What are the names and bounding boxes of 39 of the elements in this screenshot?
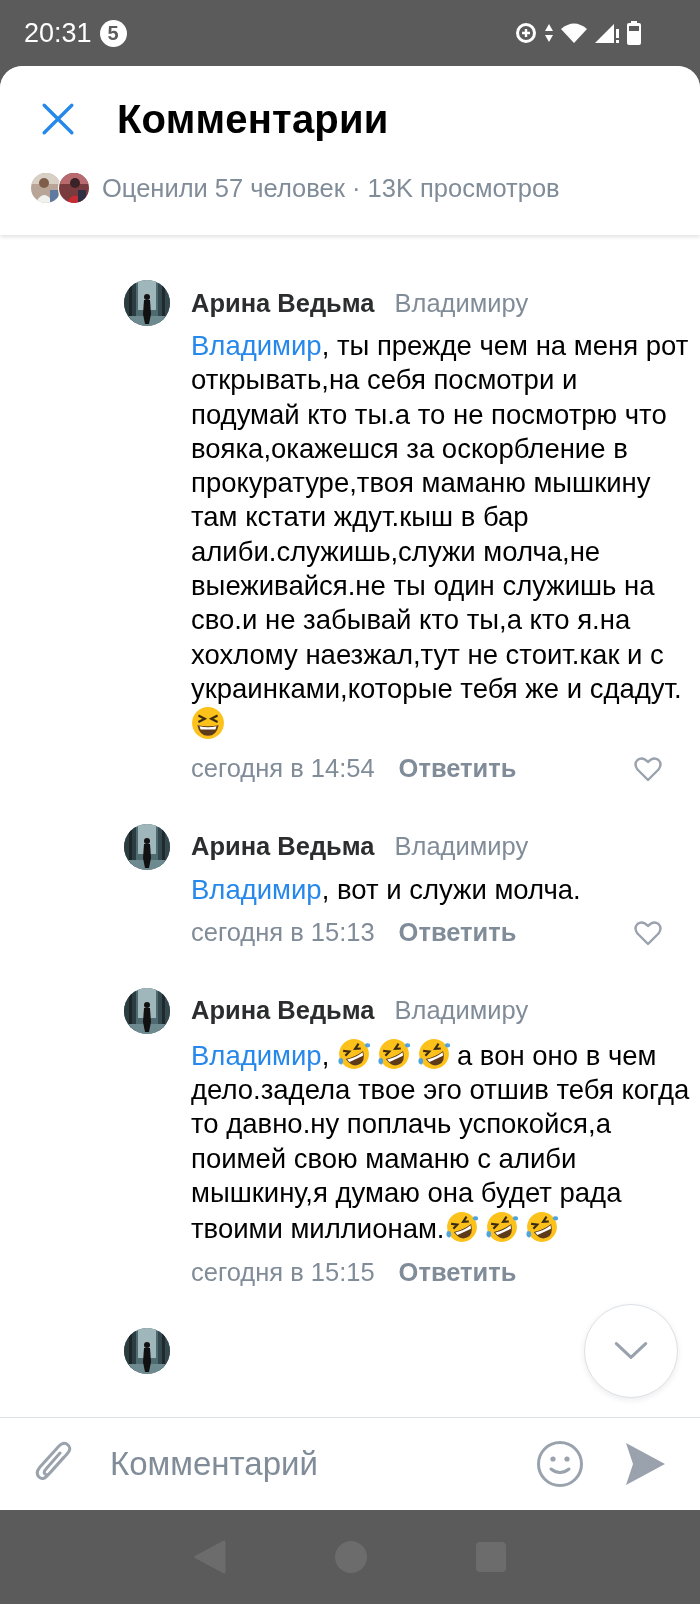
comment-input[interactable]: Комментарий (110, 1442, 536, 1486)
reactions-summary: Оценили 57 человек · 13K просмотров (102, 173, 560, 203)
reply-to-label: Владимиру (394, 996, 529, 1026)
clock-time: 20:31 (24, 17, 92, 49)
reply-link[interactable]: Ответить (398, 754, 517, 784)
smiley-icon[interactable] (536, 1440, 584, 1488)
close-button[interactable] (40, 101, 76, 137)
reply-link[interactable]: Ответить (398, 918, 517, 948)
rolling-laughing-face-icon (484, 1210, 519, 1245)
data-saver-icon (514, 21, 538, 45)
author-name[interactable]: Арина Ведьма (191, 832, 375, 862)
reply-link[interactable]: Ответить (398, 1258, 517, 1288)
rolling-laughing-face-icon (376, 1036, 411, 1071)
reply-to-label: Владимиру (394, 832, 529, 862)
comment-text: Владимир, ты прежде чем на меня рот открывать,на себя посмотри и подумай кто ты.а то не посмотрю что вояка,окажешся за оскорбление в прокуратуре,твоя маманю мышкину там кстати ждут.кыш в бар алиби.служишь,служи молча,не выеживайся.не ты один служишь на сво.и не забывай кто ты,а кто я.на хохлому наезжал,тут не стоит.как и с украинками,которые тебя же и сдадут. (191, 329, 691, 743)
sheet-title: Комментарии (117, 96, 389, 142)
author-name[interactable]: Арина Ведьма (191, 288, 375, 318)
mention-link[interactable]: Владимир (191, 1039, 322, 1071)
wifi-icon (560, 21, 588, 45)
comment-text: Владимир, вот и служи молча. (191, 872, 582, 907)
comment-text: Владимир, а вон оно в чем дело.задела твое эго отшив тебя когда то давно.ну поплачь успокойся,а поимей свою маманю с алиби мышкину,я думаю она будет рада твоими миллионам. (191, 1036, 691, 1247)
mention-link[interactable]: Владимир (191, 330, 322, 361)
rolling-laughing-face-icon (336, 1036, 371, 1071)
reply-to-label: Владимиру (394, 288, 529, 318)
heart-icon[interactable] (634, 755, 662, 782)
rolling-laughing-face-icon (416, 1036, 451, 1071)
mention-link[interactable]: Владимир (191, 873, 322, 905)
comment-time: сегодня в 14:54 (191, 754, 375, 784)
rolling-laughing-face-icon (524, 1210, 559, 1245)
heart-icon[interactable] (634, 919, 662, 946)
author-name[interactable]: Арина Ведьма (191, 996, 375, 1026)
rolling-laughing-face-icon (444, 1210, 479, 1245)
chevron-down-icon (612, 1340, 650, 1362)
send-icon[interactable] (624, 1442, 666, 1486)
grinning-squint-face-icon (191, 706, 225, 741)
notification-badge: 5 (99, 19, 127, 47)
comment-time: сегодня в 15:13 (191, 918, 375, 948)
comment-time: сегодня в 15:15 (191, 1258, 375, 1288)
battery-icon (626, 20, 642, 46)
